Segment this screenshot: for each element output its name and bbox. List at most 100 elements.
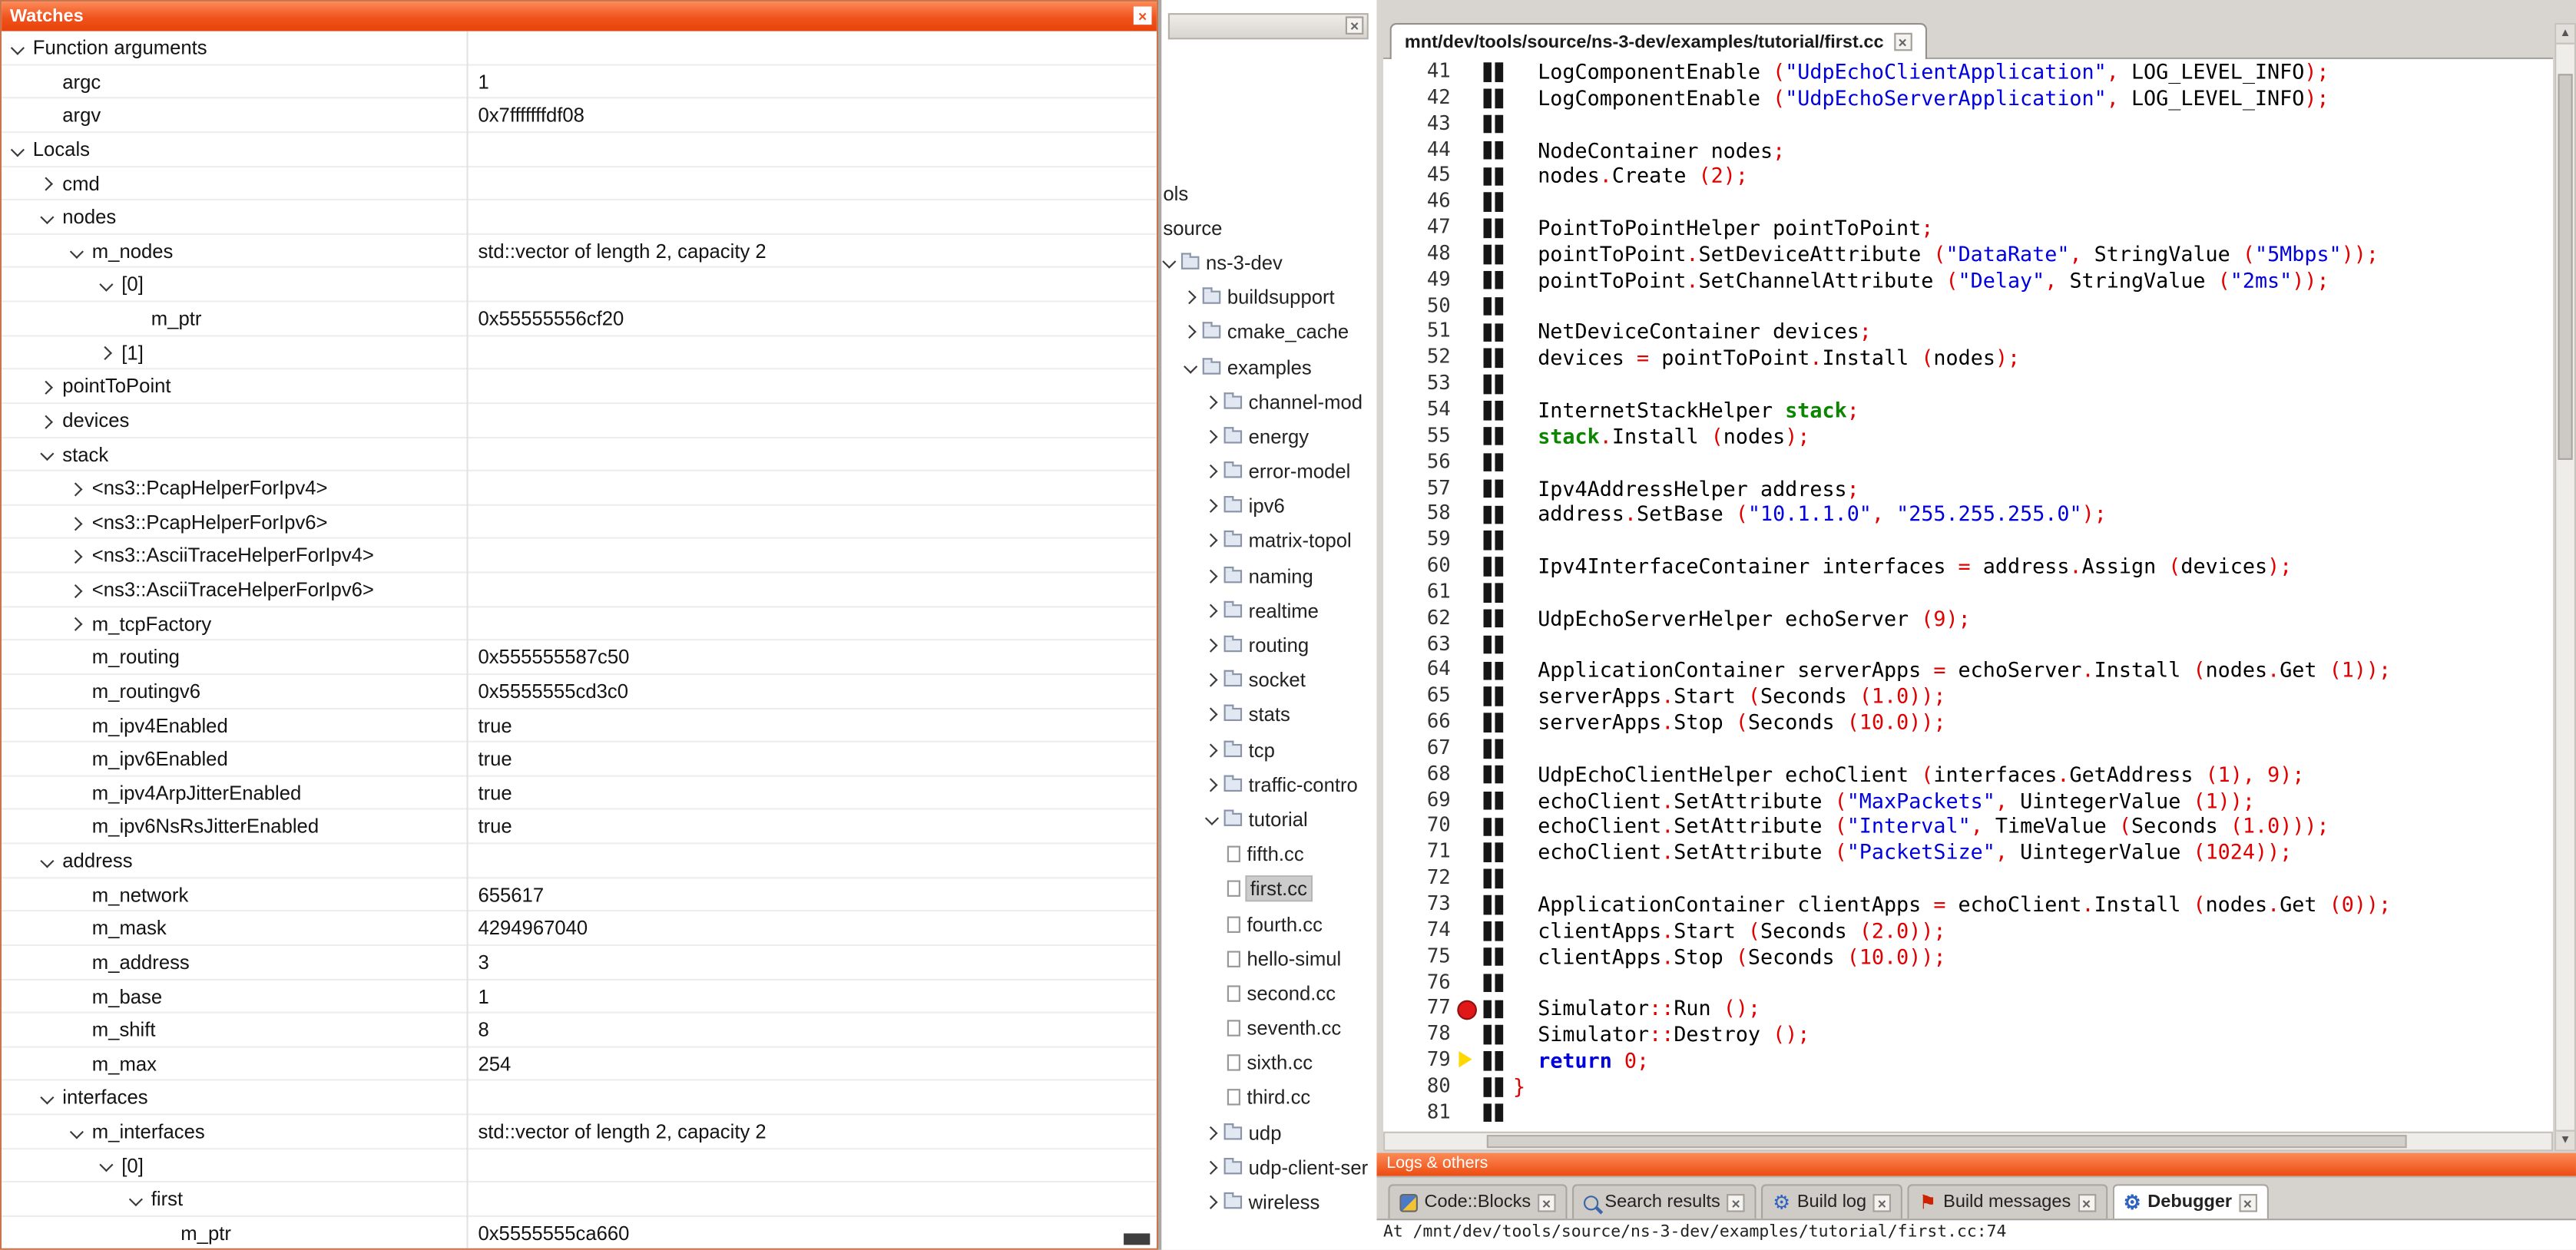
tree-item[interactable]: cmake_cache bbox=[1160, 315, 1376, 349]
scroll-down-arrow-icon[interactable] bbox=[2556, 1130, 2574, 1150]
tree-item[interactable]: socket bbox=[1160, 663, 1376, 697]
expander-icon[interactable] bbox=[1183, 290, 1197, 304]
code-line[interactable]: 54 InternetStackHelper stack; bbox=[1383, 398, 2553, 424]
code-line[interactable]: 46 bbox=[1383, 189, 2553, 215]
expander-icon[interactable] bbox=[99, 1159, 113, 1172]
code-line[interactable]: 47 PointToPointHelper pointToPoint; bbox=[1383, 215, 2553, 241]
tree-item[interactable]: ols bbox=[1160, 176, 1376, 210]
scrollbar-thumb[interactable] bbox=[2558, 74, 2572, 460]
tree-item[interactable]: ns-3-dev bbox=[1160, 246, 1376, 280]
watch-row[interactable]: m_mask4294967040 bbox=[2, 912, 1157, 946]
watch-row[interactable]: m_interfacesstd::vector of length 2, cap… bbox=[2, 1115, 1157, 1149]
expander-icon[interactable] bbox=[70, 1125, 84, 1139]
tree-item[interactable]: naming bbox=[1160, 558, 1376, 593]
code-line[interactable]: 71 echoClient.SetAttribute ("PacketSize"… bbox=[1383, 840, 2553, 866]
watch-row[interactable]: <ns3::PcapHelperForIpv4> bbox=[2, 471, 1157, 505]
code-line[interactable]: 80} bbox=[1383, 1074, 2553, 1100]
watch-row[interactable]: m_routingv60x5555555cd3c0 bbox=[2, 675, 1157, 709]
code-line[interactable]: 61 bbox=[1383, 580, 2553, 606]
tree-item[interactable]: examples bbox=[1160, 349, 1376, 384]
expander-icon[interactable] bbox=[1204, 1126, 1217, 1139]
tree-item[interactable]: ipv6 bbox=[1160, 489, 1376, 524]
watch-row[interactable]: m_max254 bbox=[2, 1047, 1157, 1081]
close-icon[interactable] bbox=[1538, 1193, 1556, 1212]
tree-item[interactable]: hello-simul bbox=[1160, 941, 1376, 976]
expander-icon[interactable] bbox=[1204, 534, 1217, 548]
watch-row[interactable]: m_ptr0x5555555ca660 bbox=[2, 1217, 1157, 1248]
tree-item[interactable]: tutorial bbox=[1160, 802, 1376, 837]
close-icon[interactable] bbox=[1727, 1193, 1745, 1212]
watch-row[interactable]: m_ptr0x55555556cf20 bbox=[2, 303, 1157, 336]
watch-row[interactable]: stack bbox=[2, 438, 1157, 471]
expander-icon[interactable] bbox=[1204, 395, 1217, 408]
scrollbar-thumb[interactable] bbox=[1487, 1135, 2407, 1148]
breakpoint-icon[interactable] bbox=[1455, 996, 1482, 1022]
tree-item[interactable]: source bbox=[1160, 210, 1376, 245]
code-line[interactable]: 68 UdpEchoClientHelper echoClient (inter… bbox=[1383, 762, 2553, 788]
watch-row[interactable]: argv0x7fffffffdf08 bbox=[2, 99, 1157, 133]
close-icon[interactable] bbox=[2078, 1193, 2096, 1212]
expander-icon[interactable] bbox=[39, 415, 53, 428]
expander-icon[interactable] bbox=[11, 41, 25, 55]
expander-icon[interactable] bbox=[39, 177, 53, 191]
code-line[interactable]: 50 bbox=[1383, 293, 2553, 319]
expander-icon[interactable] bbox=[99, 278, 113, 292]
tree-item[interactable]: seventh.cc bbox=[1160, 1011, 1376, 1046]
expander-icon[interactable] bbox=[1204, 499, 1217, 513]
code-line[interactable]: 45 nodes.Create (2); bbox=[1383, 164, 2553, 190]
expander-icon[interactable] bbox=[1204, 639, 1217, 653]
tree-item[interactable]: second.cc bbox=[1160, 976, 1376, 1010]
code-line[interactable]: 73 ApplicationContainer clientApps = ech… bbox=[1383, 891, 2553, 918]
log-tab-debugger[interactable]: Debugger bbox=[2112, 1184, 2268, 1219]
expander-icon[interactable] bbox=[11, 143, 25, 157]
expander-icon[interactable] bbox=[1204, 673, 1217, 687]
watch-row[interactable]: m_shift8 bbox=[2, 1014, 1157, 1047]
code-line[interactable]: 72 bbox=[1383, 866, 2553, 892]
expander-icon[interactable] bbox=[70, 244, 84, 258]
watch-row[interactable]: m_address3 bbox=[2, 946, 1157, 980]
tree-item[interactable]: channel-mod bbox=[1160, 385, 1376, 419]
tree-item[interactable]: routing bbox=[1160, 628, 1376, 663]
code-editor[interactable]: 41 LogComponentEnable ("UdpEchoClientApp… bbox=[1383, 59, 2553, 1132]
expander-icon[interactable] bbox=[1184, 359, 1197, 373]
tree-item[interactable]: stats bbox=[1160, 698, 1376, 732]
code-line[interactable]: 48 pointToPoint.SetDeviceAttribute ("Dat… bbox=[1383, 241, 2553, 267]
scroll-up-arrow-icon[interactable] bbox=[2556, 25, 2574, 45]
tree-item[interactable]: udp bbox=[1160, 1116, 1376, 1150]
code-line[interactable]: 77 Simulator::Run (); bbox=[1383, 996, 2553, 1022]
expander-icon[interactable] bbox=[1204, 604, 1217, 617]
expander-icon[interactable] bbox=[68, 550, 82, 564]
watch-row[interactable]: [0] bbox=[2, 268, 1157, 302]
log-tab-build-messages[interactable]: Build messages bbox=[1908, 1184, 2107, 1219]
close-icon[interactable] bbox=[1346, 16, 1364, 35]
expander-icon[interactable] bbox=[39, 381, 53, 395]
editor-tab[interactable]: mnt/dev/tools/source/ns-3-dev/examples/t… bbox=[1390, 23, 1927, 59]
watch-row[interactable]: m_routing0x555555587c50 bbox=[2, 641, 1157, 675]
code-line[interactable]: 69 echoClient.SetAttribute ("MaxPackets"… bbox=[1383, 788, 2553, 814]
editor-vertical-scrollbar[interactable] bbox=[2554, 23, 2576, 1151]
log-tab-search-results[interactable]: Search results bbox=[1572, 1184, 1757, 1219]
expander-icon[interactable] bbox=[1183, 326, 1197, 339]
expander-icon[interactable] bbox=[1204, 1195, 1217, 1209]
code-line[interactable]: 59 bbox=[1383, 527, 2553, 554]
expander-icon[interactable] bbox=[68, 618, 82, 632]
expander-icon[interactable] bbox=[40, 210, 54, 224]
watch-row[interactable]: m_ipv6Enabledtrue bbox=[2, 742, 1157, 776]
watch-row[interactable]: m_base1 bbox=[2, 980, 1157, 1014]
watch-row[interactable]: m_tcpFactory bbox=[2, 607, 1157, 641]
code-line[interactable]: 74 clientApps.Start (Seconds (2.0)); bbox=[1383, 918, 2553, 944]
watch-row[interactable]: Function arguments bbox=[2, 31, 1157, 65]
tree-item[interactable]: sixth.cc bbox=[1160, 1046, 1376, 1080]
expander-icon[interactable] bbox=[1204, 778, 1217, 792]
tree-item[interactable]: tcp bbox=[1160, 732, 1376, 767]
expander-icon[interactable] bbox=[1162, 255, 1176, 269]
watch-row[interactable]: nodes bbox=[2, 200, 1157, 234]
expander-icon[interactable] bbox=[68, 584, 82, 598]
watch-row[interactable]: [1] bbox=[2, 336, 1157, 370]
code-line[interactable]: 57 Ipv4AddressHelper address; bbox=[1383, 475, 2553, 501]
log-tab-code-blocks[interactable]: Code::Blocks bbox=[1388, 1184, 1567, 1219]
editor-horizontal-scrollbar[interactable] bbox=[1383, 1132, 2553, 1152]
tree-item[interactable]: first.cc bbox=[1160, 871, 1376, 906]
watch-row[interactable]: [0] bbox=[2, 1149, 1157, 1182]
watches-resize-grip[interactable] bbox=[1124, 1233, 1150, 1245]
